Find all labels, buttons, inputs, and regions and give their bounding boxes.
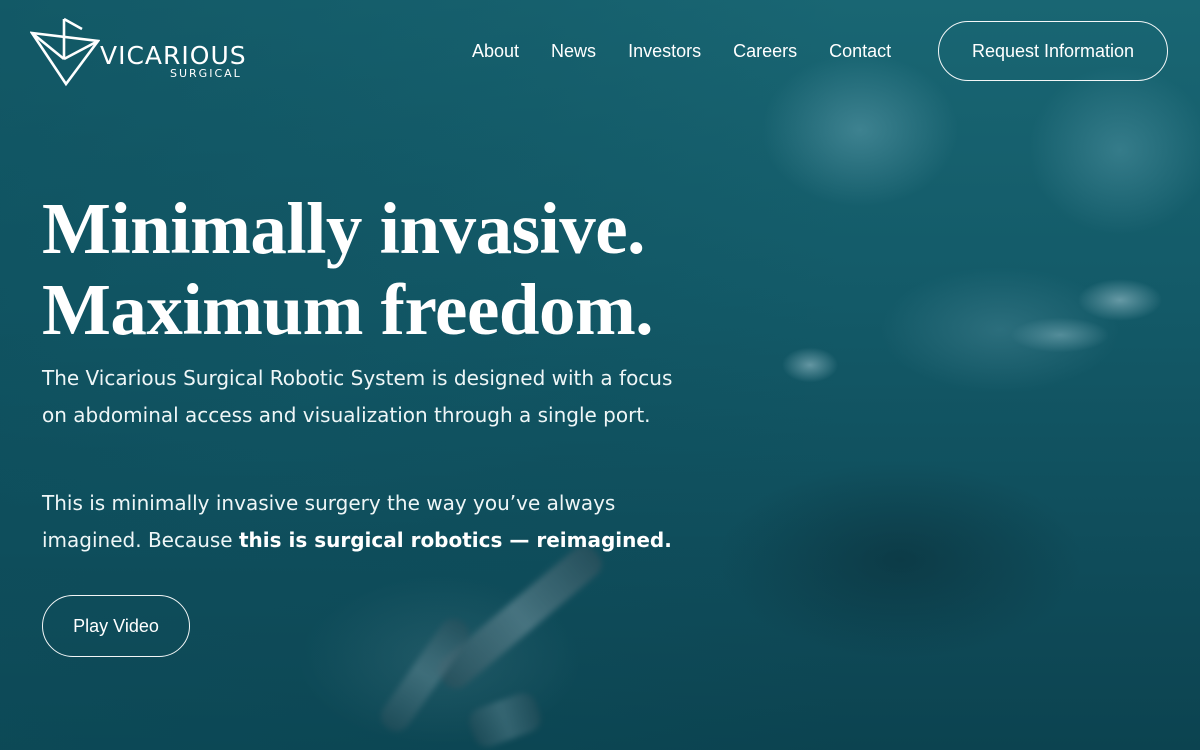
brand-logo[interactable]: VICARIOUS SURGICAL xyxy=(30,17,246,87)
hero-headline: Minimally invasive. Maximum freedom. xyxy=(42,188,654,350)
headline-line-2: Maximum freedom. xyxy=(42,269,654,350)
main-nav: About News Investors Careers Contact xyxy=(472,40,891,62)
hero-tagline: This is minimally invasive surgery the w… xyxy=(42,485,702,559)
nav-link-investors[interactable]: Investors xyxy=(628,40,701,62)
tagline-emphasis: this is surgical robotics — reimagined. xyxy=(238,528,672,552)
brand-subname: SURGICAL xyxy=(170,67,242,80)
headline-line-1: Minimally invasive. xyxy=(42,188,645,269)
page: VICARIOUS SURGICAL About News Investors … xyxy=(0,0,1200,750)
nav-link-news[interactable]: News xyxy=(551,40,596,62)
nav-link-about[interactable]: About xyxy=(472,40,519,62)
brand-name: VICARIOUS xyxy=(100,41,247,70)
request-information-button[interactable]: Request Information xyxy=(938,21,1168,81)
hero-description: The Vicarious Surgical Robotic System is… xyxy=(42,366,673,427)
nav-link-contact[interactable]: Contact xyxy=(829,40,891,62)
play-video-button[interactable]: Play Video xyxy=(42,595,190,657)
vicarious-mark-icon xyxy=(30,17,100,87)
nav-link-careers[interactable]: Careers xyxy=(733,40,797,62)
